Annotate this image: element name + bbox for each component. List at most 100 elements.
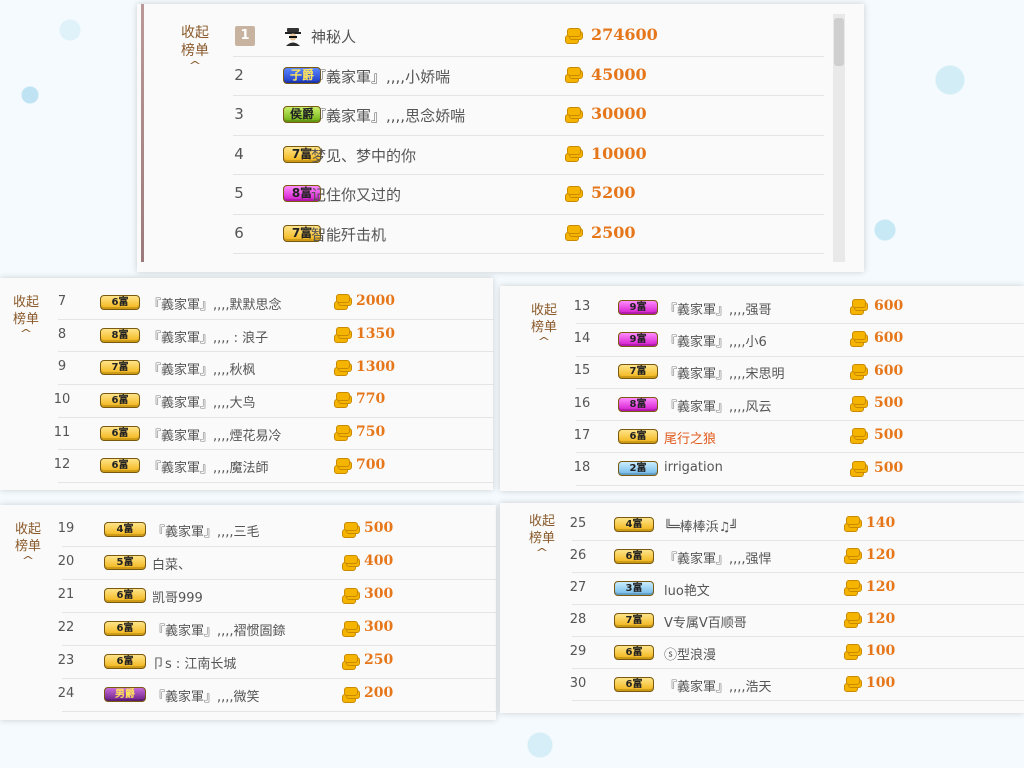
rank-number: 22 (57, 620, 75, 636)
leaderboard-row[interactable]: 30 6富 『義家軍』,,,,浩天 100 (570, 668, 1024, 701)
leaderboard-row[interactable]: 12 6富 『義家軍』,,,,魔法師 700 (54, 450, 493, 484)
leaderboard-row[interactable]: 29 6富 ⓢ型浪漫 100 (570, 636, 1024, 669)
player-name[interactable]: 『義家軍』,,,,默默思念 (148, 294, 282, 313)
player-name[interactable]: 『義家軍』,,,,魔法師 (148, 457, 269, 476)
leaderboard-row[interactable]: 3 侯爵 『義家軍』,,,,思念娇喘 30000 (233, 95, 824, 136)
collapse-ranking-toggle[interactable]: 收起 榜单 ^ (522, 513, 562, 559)
leaderboard-row[interactable]: 25 4富 ╚═棒棒浜♫╝ 140 (570, 508, 1024, 541)
leaderboard-row[interactable]: 17 6富 尾行之狼 500 (574, 420, 1024, 454)
player-name[interactable]: 白菜、 (152, 554, 191, 573)
player-name[interactable]: 尾行之狼 (664, 428, 716, 447)
gold-coin-stack-icon (342, 686, 360, 703)
collapse-ranking-toggle[interactable]: 收起 榜单 ^ (8, 521, 48, 567)
player-name[interactable]: 『義家軍』,,,,浩天 (664, 676, 772, 695)
leaderboard-row[interactable]: 21 6富 凯哥999 300 (58, 579, 496, 613)
player-name[interactable]: 『義家軍』,,,,褶惯圄錼 (152, 620, 286, 639)
gold-coin-stack-icon (844, 548, 862, 564)
gold-coin-stack-icon (850, 428, 868, 445)
wealth-rank-badge: 9富 (618, 331, 658, 347)
leaderboard-row[interactable]: 18 2富 irrigation 500 (574, 453, 1024, 486)
player-name[interactable]: 『義家軍』,,,,宋思明 (664, 363, 785, 382)
rank-number: 30 (569, 675, 587, 691)
leaderboard-row[interactable]: 24 男爵 『義家軍』,,,,微笑 200 (58, 678, 496, 712)
leaderboard-row[interactable]: 1 神秘人 274600 (233, 16, 824, 57)
player-name[interactable]: 『義家軍』,,,,强悍 (664, 548, 772, 567)
collapse-label-line2: 榜单 (181, 43, 209, 59)
leaderboard-row[interactable]: 6 7富 智能歼击机 2500 (233, 214, 824, 254)
player-name[interactable]: 『義家軍』,,,,思念娇喘 (311, 105, 465, 126)
score-value: 200 (364, 685, 394, 702)
leaderboard-row[interactable]: 4 7富 梦见、梦中的你 10000 (233, 135, 824, 175)
leaderboard-row[interactable]: 27 3富 luo艳文 120 (570, 572, 1024, 605)
leaderboard-row[interactable]: 26 6富 『義家軍』,,,,强悍 120 (570, 540, 1024, 573)
leaderboard-row[interactable]: 7 6富 『義家軍』,,,,默默思念 2000 (58, 286, 493, 320)
wealth-rank-badge: 6富 (100, 458, 140, 474)
gold-coin-stack-icon (565, 185, 583, 202)
collapse-ranking-toggle[interactable]: 收起 榜单 ^ (175, 24, 215, 72)
score-value: 400 (364, 553, 394, 570)
player-name[interactable]: 『義家軍』,,,,三毛 (152, 521, 260, 540)
player-name[interactable]: 记住你又过的 (311, 184, 401, 205)
player-name[interactable]: 梦见、梦中的你 (311, 145, 416, 166)
leaderboard-row[interactable]: 14 9富 『義家軍』,,,,小6 600 (574, 323, 1024, 357)
collapse-label-line1: 收起 (528, 514, 555, 529)
leaderboard-row[interactable]: 13 9富 『義家軍』,,,,强哥 600 (574, 291, 1024, 325)
rank-number: 15 (573, 363, 591, 379)
leaderboard-row[interactable]: 28 7富 V专属V百顺哥 120 (570, 604, 1024, 637)
player-name[interactable]: 凯哥999 (152, 587, 203, 606)
player-name[interactable]: 『義家軍』,,,,风云 (664, 396, 772, 415)
gold-coin-stack-icon (850, 363, 868, 380)
leaderboard-row[interactable]: 2 子爵 『義家軍』,,,,小娇喘 45000 (233, 56, 824, 96)
rank-number: 14 (573, 330, 591, 346)
player-name[interactable]: irrigation (664, 460, 723, 475)
player-name[interactable]: 神秘人 (311, 26, 356, 47)
scrollbar-thumb[interactable] (834, 18, 844, 66)
leaderboard-row[interactable]: 10 6富 『義家軍』,,,,大鸟 770 (54, 384, 493, 418)
player-name[interactable]: ╚═棒棒浜♫╝ (664, 516, 738, 535)
player-name[interactable]: 卩s : 江南长城 (152, 653, 236, 672)
rank-number: 21 (57, 587, 75, 603)
leaderboard-panel-ranks-19-24: 收起 榜单 ^ 19 4富 『義家軍』,,,,三毛 500 20 5富 白菜、 400 21 6富… (0, 505, 496, 720)
gold-coin-stack-icon (844, 516, 862, 532)
leaderboard-row[interactable]: 23 6富 卩s : 江南长城 250 (58, 645, 496, 679)
player-name[interactable]: 『義家軍』,,,,强哥 (664, 299, 772, 318)
player-name[interactable]: V专属V百顺哥 (664, 612, 747, 631)
wealth-rank-badge: 6富 (618, 428, 658, 444)
leaderboard-panel-ranks-13-18: 收起 榜单 ^ 13 9富 『義家軍』,,,,强哥 600 14 9富 『義家軍』,,,,小… (500, 286, 1024, 491)
leaderboard-row[interactable]: 20 5富 白菜、 400 (58, 546, 496, 580)
player-name[interactable]: luo艳文 (664, 580, 710, 599)
player-name[interactable]: 『義家軍』,,,,微笑 (152, 686, 260, 705)
collapse-ranking-toggle[interactable]: 收起 榜单 ^ (6, 294, 46, 340)
wealth-rank-badge: 4富 (614, 516, 654, 532)
gold-coin-stack-icon (844, 580, 862, 596)
player-name[interactable]: 『義家軍』,,,,大鸟 (148, 392, 256, 411)
leaderboard-row[interactable]: 11 6富 『義家軍』,,,,煙花易冷 750 (54, 417, 493, 451)
player-name[interactable]: 智能歼击机 (311, 224, 386, 245)
player-name[interactable]: ⓢ型浪漫 (664, 644, 716, 663)
leaderboard-row[interactable]: 19 4富 『義家軍』,,,,三毛 500 (58, 513, 496, 547)
wealth-rank-badge: 4富 (104, 522, 146, 537)
player-name[interactable]: 『義家軍』,,,,秋枫 (148, 359, 256, 378)
collapse-label-line1: 收起 (12, 295, 39, 310)
scrollbar[interactable] (833, 14, 845, 262)
player-name[interactable]: 『義家軍』,,,,煙花易冷 (148, 425, 282, 444)
player-name[interactable]: 『義家軍』,,,, : 浪子 (148, 327, 268, 346)
leaderboard-row[interactable]: 5 8富 记住你又过的 5200 (233, 174, 824, 215)
leaderboard-row[interactable]: 16 8富 『義家軍』,,,,风云 500 (574, 388, 1024, 422)
wealth-rank-badge: 6富 (100, 425, 140, 441)
wealth-rank-badge: 8富 (100, 327, 140, 343)
collapse-ranking-toggle[interactable]: 收起 榜单 ^ (524, 302, 564, 348)
player-name[interactable]: 『義家軍』,,,,小娇喘 (311, 66, 450, 87)
leaderboard-row[interactable]: 22 6富 『義家軍』,,,,褶惯圄錼 300 (58, 612, 496, 646)
collapse-label-line1: 收起 (530, 303, 557, 318)
wealth-rank-badge: 6富 (100, 294, 140, 310)
gold-coin-stack-icon (844, 676, 862, 692)
leaderboard-row[interactable]: 9 7富 『義家軍』,,,,秋枫 1300 (58, 351, 493, 386)
leaderboard-row[interactable]: 8 8富 『義家軍』,,,, : 浪子 1350 (58, 319, 493, 353)
rank-number: 4 (234, 144, 244, 163)
rank-number: 16 (573, 395, 591, 411)
caret-up-icon: ^ (19, 327, 33, 340)
player-name[interactable]: 『義家軍』,,,,小6 (664, 331, 767, 350)
wealth-rank-badge: 8富 (618, 396, 658, 412)
leaderboard-row[interactable]: 15 7富 『義家軍』,,,,宋思明 600 (574, 356, 1024, 389)
